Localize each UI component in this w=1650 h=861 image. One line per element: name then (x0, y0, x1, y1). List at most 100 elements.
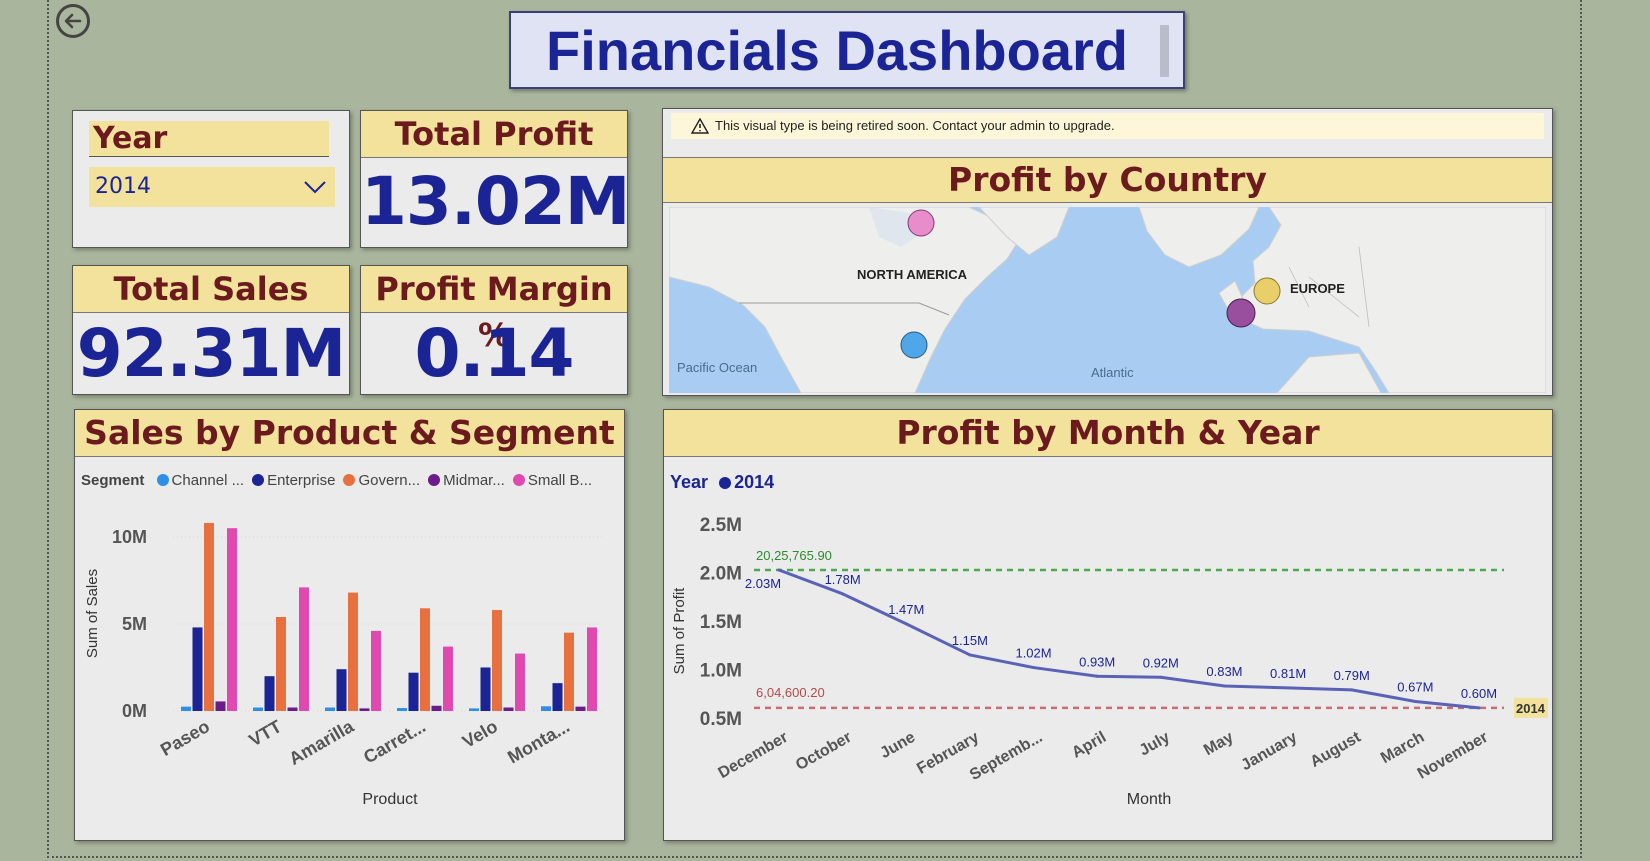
profit-margin-card: Profit Margin % 0.14 (360, 265, 628, 395)
bar (215, 701, 226, 711)
profit-by-month-chart: Profit by Month & Year Year 2014 0.5M 1.0… (663, 409, 1553, 841)
bar-legend-dot (512, 474, 525, 486)
line-point (1032, 666, 1036, 670)
bar-chart-plot: 0M 5M 10M Paseo VTT Amarilla Carret... Velo Mont… (84, 522, 605, 808)
map-bubble-france[interactable] (1226, 298, 1256, 328)
line-xtick-label: December (715, 729, 791, 782)
bar (408, 672, 419, 711)
bar (204, 522, 214, 711)
bar (359, 708, 370, 711)
back-button[interactable] (56, 4, 90, 38)
line-yaxis-title: Sum of Profit (671, 587, 688, 675)
line-ytick-label: 0.5M (700, 709, 742, 730)
year-slicer-label: Year (89, 121, 329, 157)
line-xtick-label: October (793, 729, 855, 774)
bar-xtick-label: Amarilla (285, 716, 357, 769)
line-data-label: 0.79M (1334, 668, 1370, 683)
bar-xtick-label: Paseo (157, 716, 213, 760)
bar (299, 587, 309, 711)
dashboard-title: Financials Dashboard (546, 18, 1128, 82)
series-end-tag: 2014 (1516, 701, 1546, 716)
bar-xaxis-title: Product (362, 791, 418, 808)
bar-ytick-label: 10M (112, 527, 147, 547)
line-point (1350, 688, 1354, 692)
bar-ytick-label: 0M (122, 701, 147, 721)
bar-legend-item[interactable]: Small B... (528, 472, 592, 489)
bar (480, 667, 491, 711)
map-title: Profit by Country (663, 157, 1552, 203)
bar (181, 706, 191, 711)
bar-chart-title: Sales by Product & Segment (75, 410, 624, 457)
line-legend-dot (719, 477, 732, 489)
bar (325, 707, 335, 711)
line-point (1413, 700, 1417, 704)
line-ytick-label: 2.5M (700, 515, 742, 536)
bar-ytick-label: 5M (122, 614, 147, 634)
line-data-label: 1.47M (888, 602, 924, 617)
bar (515, 653, 525, 711)
bar (420, 608, 430, 711)
line-data-label: 2.03M (745, 576, 781, 591)
line-data-label: 1.15M (952, 633, 988, 648)
warning-icon (691, 118, 709, 134)
bar-legend-item[interactable]: Channel ... (172, 472, 245, 489)
line-data-label: 0.81M (1270, 666, 1306, 681)
line-point (1159, 675, 1163, 679)
line-data-label: 0.92M (1143, 655, 1179, 670)
bar (192, 627, 203, 711)
line-legend-item[interactable]: 2014 (734, 472, 774, 492)
pacific-label: Pacific Ocean (677, 360, 757, 375)
line-chart-plot: 0.5M 1.0M 1.5M 2.0M 2.5M 20,25,765.90 6,04,600… (671, 515, 1548, 808)
line-xtick-label: August (1308, 728, 1365, 771)
line-point (1477, 706, 1481, 710)
total-sales-label: Total Sales (73, 266, 349, 313)
line-xtick-label: May (1201, 729, 1237, 759)
map-bubble-canada[interactable] (907, 209, 935, 237)
line-point (777, 568, 781, 572)
line-legend-title: Year (670, 472, 709, 492)
bar-legend-item[interactable]: Govern... (358, 472, 420, 489)
line-point (1095, 674, 1099, 678)
year-dropdown[interactable]: 2014 (89, 167, 335, 207)
bar-xtick-label: Velo (459, 716, 501, 752)
max-reference-label: 20,25,765.90 (756, 548, 832, 563)
retire-warning-text: This visual type is being retired soon. … (715, 118, 1115, 133)
total-sales-card: Total Sales 92.31M (72, 265, 350, 395)
bar (397, 708, 407, 711)
bar (552, 683, 563, 711)
bar-legend-item[interactable]: Midmar... (443, 472, 505, 489)
line-point (1222, 684, 1226, 688)
bar (336, 669, 347, 711)
title-scrollbar[interactable] (1160, 25, 1169, 77)
line-data-label: 0.83M (1206, 664, 1242, 679)
map-bubble-germany[interactable] (1253, 277, 1281, 305)
bar-yaxis-title: Sum of Sales (84, 569, 101, 658)
line-xaxis-title: Month (1127, 791, 1171, 808)
bar-legend-dot (428, 474, 441, 486)
bar-legend-item[interactable]: Enterprise (267, 472, 335, 489)
total-sales-value: 92.31M (76, 315, 346, 392)
map-bubble-usa[interactable] (900, 331, 928, 359)
line-ytick-label: 1.0M (700, 661, 742, 682)
line-legend: Year 2014 (670, 472, 774, 493)
bar (564, 632, 574, 711)
europe-label: EUROPE (1290, 281, 1345, 296)
profit-by-country-map: This visual type is being retired soon. … (662, 108, 1553, 396)
bar (348, 592, 358, 711)
bar (276, 616, 286, 711)
line-xtick-label: January (1238, 729, 1300, 774)
world-map[interactable]: NORTH AMERICA EUROPE Pacific Ocean Atlan… (669, 207, 1546, 393)
bar (503, 707, 514, 711)
bar (253, 707, 263, 711)
bar-xtick-label: Carret... (360, 716, 429, 767)
line-point (841, 592, 845, 596)
line-data-label: 1.78M (825, 572, 861, 587)
bar-legend: Segment Channel ... Enterprise Govern... Mi… (81, 472, 592, 489)
line-point (1286, 686, 1290, 690)
bar (227, 528, 237, 711)
sales-by-product-chart: Sales by Product & Segment Segment Chann… (74, 409, 625, 841)
min-reference-label: 6,04,600.20 (756, 685, 825, 700)
bar (443, 646, 453, 711)
bar-legend-dot (343, 474, 356, 486)
bar (287, 707, 298, 711)
